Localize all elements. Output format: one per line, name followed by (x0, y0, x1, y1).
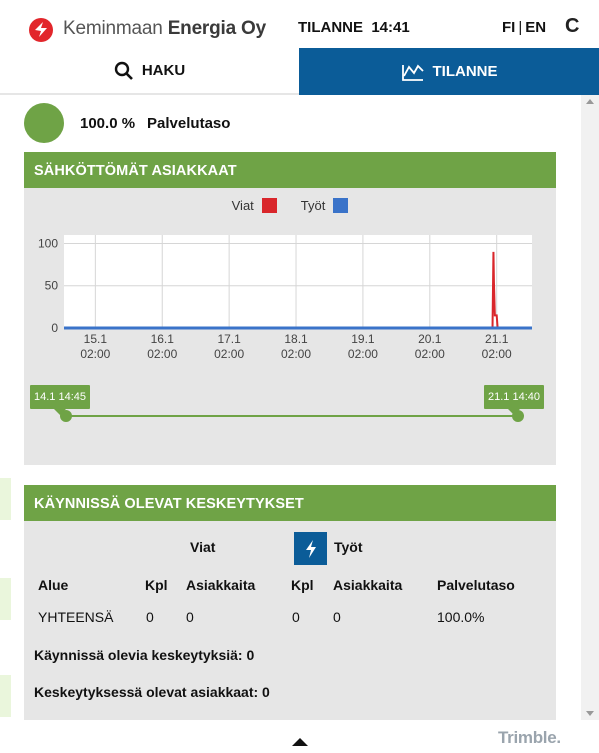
x-tick-label: 16.1 (151, 332, 175, 346)
trimble-logo: Trimble. (498, 728, 561, 747)
x-tick-label: 18.1 (284, 332, 308, 346)
table-cell: YHTEENSÄ (38, 609, 114, 625)
range-end-label: 21.1 14:40 (484, 385, 544, 415)
summary-customers: Keskeytyksessä olevat asiakkaat: 0 (34, 684, 270, 700)
column-header: Palvelutaso (437, 577, 515, 593)
interruptions-title: KÄYNNISSÄ OLEVAT KESKEYTYKSET (24, 485, 556, 521)
x-tick-label: 20.1 (418, 332, 442, 346)
outages-chart-panel: SÄHKÖTTÖMÄT ASIAKKAAT Viat Työt 0 50 100 15… (24, 152, 556, 465)
column-header: Asiakkaita (333, 577, 403, 593)
scroll-up-icon[interactable] (586, 99, 594, 104)
table-cell: 0 (146, 609, 154, 625)
service-level-indicator (24, 103, 64, 143)
scrollbar[interactable] (581, 95, 599, 720)
status-time: TILANNE 14:41 (298, 19, 410, 36)
table-cell: 100.0% (437, 609, 485, 625)
group-header-viat: Viat (190, 539, 216, 555)
tab-haku[interactable]: HAKU (0, 48, 299, 95)
service-level-summary: 100.0 % Palvelutaso (24, 103, 230, 143)
logo-mark-icon (29, 18, 53, 42)
service-level-label: Palvelutaso (147, 114, 231, 132)
outages-chart: 05010015.102:0016.102:0017.102:0018.102:… (38, 235, 532, 422)
x-tick-label: 02:00 (415, 347, 445, 361)
status-content: 100.0 % Palvelutaso SÄHKÖTTÖMÄT ASIAKKAA… (0, 95, 580, 720)
x-tick-label: 02:00 (80, 347, 110, 361)
group-header-tyot: Työt (334, 539, 363, 555)
search-icon (114, 61, 134, 81)
plot-area (64, 235, 532, 328)
lang-en-link[interactable]: EN (525, 19, 546, 36)
chart-line-icon (401, 62, 425, 82)
status-label: TILANNE (298, 19, 363, 36)
column-header: Kpl (145, 577, 168, 593)
y-tick-label: 50 (45, 279, 59, 293)
x-tick-label: 17.1 (217, 332, 241, 346)
table-cell: 0 (292, 609, 300, 625)
column-header: Kpl (291, 577, 314, 593)
tab-haku-label: HAKU (141, 62, 186, 79)
lang-separator: | (518, 19, 523, 36)
lightning-icon (294, 532, 327, 565)
tab-tilanne-label: TILANNE (432, 63, 498, 80)
x-tick-label: 02:00 (214, 347, 244, 361)
tab-tilanne[interactable]: TILANNE (299, 48, 599, 95)
table-cell: 0 (186, 609, 194, 625)
x-tick-label: 02:00 (482, 347, 512, 361)
expand-up-icon[interactable] (292, 738, 308, 746)
main-tabs: HAKU TILANNE (0, 48, 599, 95)
lang-fi-link[interactable]: FI (502, 19, 515, 36)
company-logo: Keminmaan Energia Oy (27, 16, 266, 42)
x-tick-label: 02:00 (348, 347, 378, 361)
y-tick-label: 0 (51, 321, 58, 335)
status-clock: 14:41 (371, 19, 410, 36)
summary-running: Käynnissä olevia keskeytyksiä: 0 (34, 647, 255, 663)
table-cell: 0 (333, 609, 341, 625)
interruptions-panel: KÄYNNISSÄ OLEVAT KESKEYTYKSET Viat Työt … (24, 485, 556, 720)
column-header: Asiakkaita (186, 577, 256, 593)
language-switch: FI | EN (502, 19, 546, 36)
range-start-label: 14.1 14:45 (30, 385, 90, 415)
x-tick-label: 19.1 (351, 332, 375, 346)
x-tick-label: 02:00 (281, 347, 311, 361)
service-level-percent: 100.0 % (80, 114, 136, 132)
x-tick-label: 15.1 (84, 332, 108, 346)
scroll-down-icon[interactable] (586, 711, 594, 716)
logo-text-thin: Keminmaan (63, 18, 163, 39)
y-tick-label: 100 (38, 236, 58, 250)
x-tick-label: 21.1 (485, 332, 509, 346)
logo-text-bold: Energia Oy (167, 18, 267, 39)
outages-chart-title: SÄHKÖTTÖMÄT ASIAKKAAT (24, 152, 556, 188)
refresh-icon[interactable]: C (565, 15, 579, 38)
column-header: Alue (38, 577, 69, 593)
x-tick-label: 02:00 (147, 347, 177, 361)
